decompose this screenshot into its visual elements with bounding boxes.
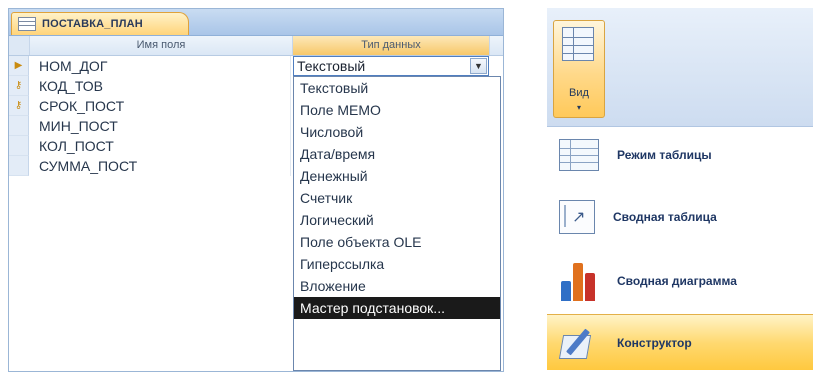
primary-key-icon[interactable]: ⚷	[9, 76, 29, 96]
design-view-icon	[558, 325, 599, 361]
view-menu-panel: Вид ▾ Режим таблицы Сводная таблица Свод…	[547, 8, 813, 370]
menu-item-datasheet-view[interactable]: Режим таблицы	[547, 126, 813, 184]
row-selector[interactable]	[9, 156, 29, 176]
chevron-down-icon: ▾	[576, 103, 581, 112]
dropdown-option-yesno[interactable]: Логический	[294, 209, 500, 231]
dropdown-option-memo[interactable]: Поле MEMO	[294, 99, 500, 121]
field-name-cell[interactable]: НОМ_ДОГ	[29, 56, 291, 76]
primary-key-icon[interactable]: ▶	[9, 56, 29, 76]
menu-item-label: Режим таблицы	[617, 148, 712, 162]
menu-item-design-view[interactable]: Конструктор	[547, 314, 813, 370]
chevron-down-icon[interactable]: ▼	[470, 58, 487, 74]
ribbon-group: Вид ▾	[547, 8, 813, 127]
chart-bar	[585, 273, 595, 301]
menu-item-pivot-table[interactable]: Сводная таблица	[547, 188, 813, 246]
data-type-dropdown: Текстовый Поле MEMO Числовой Дата/время …	[293, 76, 501, 371]
view-table-icon	[562, 27, 594, 61]
menu-item-label: Сводная диаграмма	[617, 274, 737, 288]
field-name-cell[interactable]: КОД_ТОВ	[29, 76, 291, 96]
menu-item-label: Сводная таблица	[613, 210, 717, 224]
data-type-combobox[interactable]: Текстовый ▼	[293, 56, 489, 76]
datasheet-icon	[559, 139, 599, 171]
grid-header: Имя поля Тип данных	[9, 36, 503, 56]
document-tabstrip: ПОСТАВКА_ПЛАН	[9, 9, 503, 36]
dropdown-option-datetime[interactable]: Дата/время	[294, 143, 500, 165]
menu-item-label: Конструктор	[617, 336, 692, 350]
row-selector[interactable]	[9, 136, 29, 156]
view-button[interactable]: Вид ▾	[553, 20, 605, 118]
field-name-cell[interactable]: МИН_ПОСТ	[29, 116, 291, 136]
primary-key-icon[interactable]: ⚷	[9, 96, 29, 116]
data-type-value: Текстовый	[297, 58, 366, 74]
chart-bar	[573, 263, 583, 301]
column-header-data-type[interactable]: Тип данных	[293, 36, 490, 55]
dropdown-option-number[interactable]: Числовой	[294, 121, 500, 143]
column-header-field-name[interactable]: Имя поля	[30, 36, 293, 55]
menu-item-pivot-chart[interactable]: Сводная диаграмма	[547, 252, 813, 310]
dropdown-option-ole[interactable]: Поле объекта OLE	[294, 231, 500, 253]
field-name-cell[interactable]: СУММА_ПОСТ	[29, 156, 291, 176]
row-selector[interactable]	[9, 116, 29, 136]
row-selector-header	[9, 36, 30, 55]
table-icon	[18, 17, 36, 31]
table-design-window: ПОСТАВКА_ПЛАН Имя поля Тип данных ▶ НОМ_…	[8, 8, 504, 372]
tab-label: ПОСТАВКА_ПЛАН	[42, 18, 143, 30]
dropdown-option-text[interactable]: Текстовый	[294, 77, 500, 99]
dropdown-option-attachment[interactable]: Вложение	[294, 275, 500, 297]
dropdown-option-autonumber[interactable]: Счетчик	[294, 187, 500, 209]
field-name-cell[interactable]: КОЛ_ПОСТ	[29, 136, 291, 156]
pivot-chart-icon	[559, 261, 599, 301]
field-name-cell[interactable]: СРОК_ПОСТ	[29, 96, 291, 116]
dropdown-option-hyperlink[interactable]: Гиперссылка	[294, 253, 500, 275]
tab-postavka-plan[interactable]: ПОСТАВКА_ПЛАН	[11, 12, 189, 35]
chart-bar	[561, 281, 571, 301]
dropdown-option-currency[interactable]: Денежный	[294, 165, 500, 187]
pivot-table-icon	[559, 200, 595, 234]
view-button-label: Вид	[569, 87, 589, 99]
dropdown-option-lookup-wizard[interactable]: Мастер подстановок...	[294, 297, 500, 319]
